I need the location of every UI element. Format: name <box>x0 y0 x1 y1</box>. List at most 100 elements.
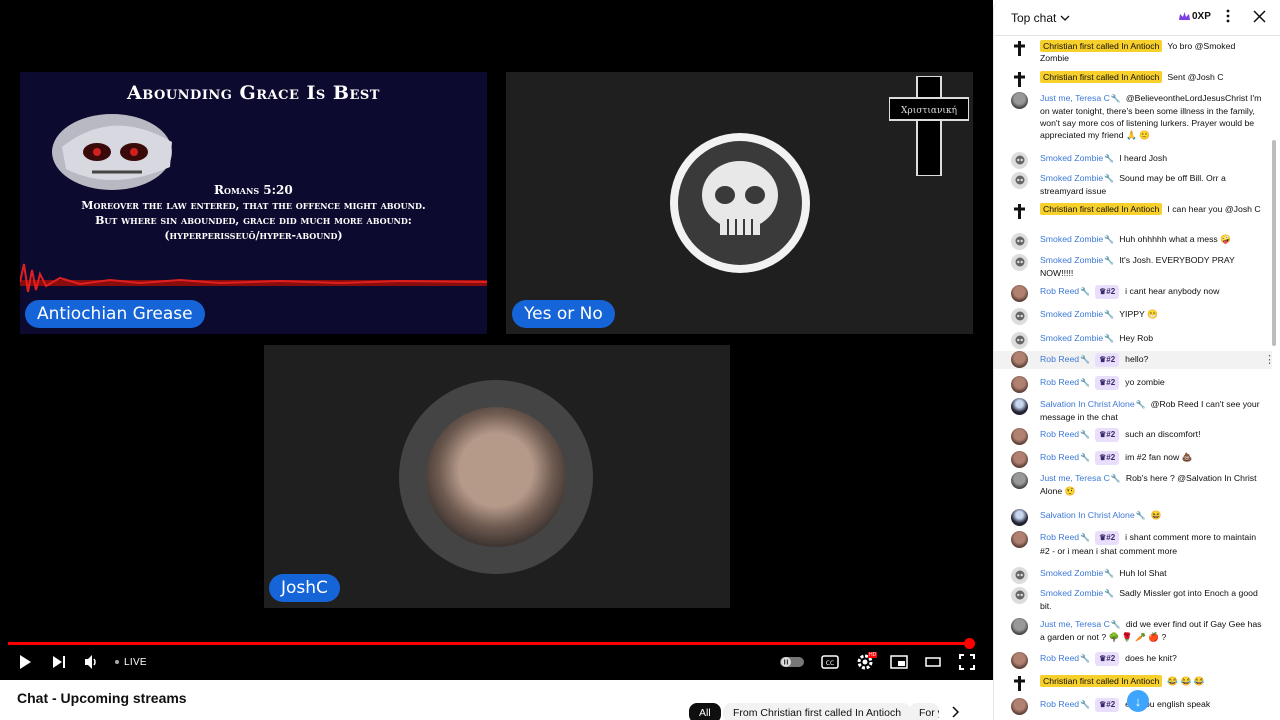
author-avatar[interactable] <box>1011 472 1028 489</box>
chat-message[interactable]: Salvation In Christ Alone🔧 @Rob Reed I ca… <box>994 398 1272 423</box>
chat-message[interactable]: Christian first called In Antioch Yo bro … <box>994 40 1272 64</box>
chat-message[interactable]: Smoked Zombie🔧 Huh ohhhhh what a mess 🤪 <box>994 233 1272 250</box>
chat-message[interactable]: Rob Reed🔧 ♛#2 i shant comment more to main… <box>994 531 1272 557</box>
author-avatar[interactable] <box>1011 398 1028 415</box>
live-indicator[interactable]: LIVE <box>115 652 147 672</box>
author-avatar[interactable] <box>1011 351 1028 368</box>
filter-chip-for-you[interactable]: For y <box>909 703 939 720</box>
chat-close-button[interactable] <box>1253 10 1266 28</box>
xp-badge[interactable]: 0XP <box>1179 11 1211 22</box>
author-name[interactable]: Rob Reed🔧 <box>1040 286 1090 296</box>
settings-button[interactable]: HD <box>856 652 878 672</box>
chat-message[interactable]: Rob Reed🔧 ♛#2 does he knit? <box>994 652 1272 669</box>
chat-mode-dropdown[interactable]: Top chat <box>1011 11 1070 25</box>
author-avatar[interactable] <box>1011 152 1028 169</box>
chat-message[interactable]: Rob Reed🔧 ♛#2 hello? ⋮ <box>994 351 1275 369</box>
chat-message[interactable]: Just me, Teresa C🔧 did we ever find out i… <box>994 618 1272 643</box>
author-avatar[interactable] <box>1011 698 1028 715</box>
author-name[interactable]: Smoked Zombie🔧 <box>1040 333 1114 343</box>
chat-message[interactable]: Christian first called In Antioch Sent @J… <box>994 71 1272 87</box>
author-name[interactable]: Smoked Zombie🔧 <box>1040 588 1114 598</box>
volume-button[interactable] <box>84 652 100 672</box>
author-avatar[interactable] <box>1011 40 1028 57</box>
cross-logo-text: Χριστιανική <box>901 105 957 116</box>
captions-button[interactable]: CC <box>821 652 839 672</box>
author-avatar[interactable] <box>1011 254 1028 271</box>
author-avatar[interactable] <box>1011 567 1028 584</box>
author-name[interactable]: Christian first called In Antioch <box>1040 71 1163 83</box>
author-avatar[interactable] <box>1011 376 1028 393</box>
author-name[interactable]: Christian first called In Antioch <box>1040 675 1163 687</box>
author-name[interactable]: Christian first called In Antioch <box>1040 40 1163 52</box>
chat-message[interactable]: Smoked Zombie🔧 Sadly Missler got into Eno… <box>994 587 1272 612</box>
theater-mode-button[interactable] <box>925 652 941 672</box>
autoplay-toggle[interactable] <box>780 652 804 672</box>
chat-message[interactable]: Smoked Zombie🔧 YIPPY 😁 <box>994 308 1272 325</box>
author-avatar[interactable] <box>1011 509 1028 526</box>
author-avatar[interactable] <box>1011 285 1028 302</box>
author-avatar[interactable] <box>1011 172 1028 189</box>
chat-message[interactable]: Rob Reed🔧 ♛#2 im #2 fan now 💩 <box>994 451 1272 468</box>
author-avatar[interactable] <box>1011 652 1028 669</box>
miniplayer-button[interactable] <box>890 652 908 672</box>
filter-chip-from-channel[interactable]: From Christian first called In Antioch <box>723 703 912 720</box>
author-avatar[interactable] <box>1011 332 1028 349</box>
chat-message[interactable]: Salvation In Christ Alone🔧 😆 <box>994 509 1272 526</box>
scroll-to-bottom-button[interactable]: ↓ <box>1127 690 1149 712</box>
author-avatar[interactable] <box>1011 675 1028 692</box>
play-button[interactable] <box>17 652 33 672</box>
author-avatar[interactable] <box>1011 233 1028 250</box>
chat-message[interactable]: Christian first called In Antioch 😂 😂 😂 <box>994 675 1272 691</box>
author-avatar[interactable] <box>1011 308 1028 325</box>
chat-message[interactable]: Smoked Zombie🔧 I heard Josh <box>994 152 1272 169</box>
author-name[interactable]: Rob Reed🔧 <box>1040 653 1090 663</box>
author-avatar[interactable] <box>1011 531 1028 548</box>
filter-chip-all[interactable]: All <box>689 703 721 720</box>
author-avatar[interactable] <box>1011 618 1028 635</box>
message-menu-icon[interactable]: ⋮ <box>1264 354 1275 366</box>
chat-message[interactable]: Smoked Zombie🔧 Sound may be off Bill. Orr… <box>994 172 1272 197</box>
chat-scrollbar[interactable] <box>1272 140 1276 346</box>
chat-message[interactable]: Rob Reed🔧 ♛#2 i cant hear anybody now <box>994 285 1272 302</box>
author-name[interactable]: Just me, Teresa C🔧 <box>1040 473 1121 483</box>
chat-message[interactable]: Just me, Teresa C🔧 @BelieveontheLordJesus… <box>994 92 1272 141</box>
chat-message[interactable]: Smoked Zombie🔧 It's Josh. EVERYBODY PRAY … <box>994 254 1272 279</box>
chat-message[interactable]: Christian first called In Antioch I can h… <box>994 203 1272 219</box>
chips-next-button[interactable] <box>950 705 960 720</box>
chat-message[interactable]: Rob Reed🔧 ♛#2 such an discomfort! <box>994 428 1272 445</box>
author-name[interactable]: Rob Reed🔧 <box>1040 377 1090 387</box>
author-name[interactable]: Rob Reed🔧 <box>1040 532 1090 542</box>
author-name[interactable]: Salvation In Christ Alone🔧 <box>1040 399 1146 409</box>
chat-message[interactable]: Smoked Zombie🔧 Hey Rob <box>994 332 1272 349</box>
progress-scrubber[interactable] <box>964 638 975 649</box>
next-button[interactable] <box>51 652 67 672</box>
author-avatar[interactable] <box>1011 203 1028 220</box>
author-avatar[interactable] <box>1011 587 1028 604</box>
author-name[interactable]: Salvation In Christ Alone🔧 <box>1040 510 1146 520</box>
author-name[interactable]: Smoked Zombie🔧 <box>1040 255 1114 265</box>
author-name[interactable]: Rob Reed🔧 <box>1040 452 1090 462</box>
author-name[interactable]: Just me, Teresa C🔧 <box>1040 93 1121 103</box>
author-name[interactable]: Just me, Teresa C🔧 <box>1040 619 1121 629</box>
author-avatar[interactable] <box>1011 451 1028 468</box>
author-name[interactable]: Smoked Zombie🔧 <box>1040 568 1114 578</box>
author-name[interactable]: Smoked Zombie🔧 <box>1040 234 1114 244</box>
author-avatar[interactable] <box>1011 428 1028 445</box>
message-text: such an discomfort! <box>1125 429 1201 439</box>
author-name[interactable]: Smoked Zombie🔧 <box>1040 153 1114 163</box>
author-name[interactable]: Christian first called In Antioch <box>1040 203 1163 215</box>
progress-bar[interactable] <box>8 642 970 645</box>
chat-more-button[interactable] <box>1226 9 1230 28</box>
author-name[interactable]: Smoked Zombie🔧 <box>1040 173 1114 183</box>
chat-message[interactable]: Smoked Zombie🔧 Huh lol Shat <box>994 567 1272 584</box>
author-avatar[interactable] <box>1011 92 1028 109</box>
author-name[interactable]: Rob Reed🔧 <box>1040 354 1090 364</box>
author-name[interactable]: Rob Reed🔧 <box>1040 699 1090 709</box>
author-name[interactable]: Rob Reed🔧 <box>1040 429 1090 439</box>
chat-message[interactable]: Rob Reed🔧 ♛#2 yo zombie <box>994 376 1272 393</box>
author-avatar[interactable] <box>1011 71 1028 88</box>
author-name[interactable]: Smoked Zombie🔧 <box>1040 309 1114 319</box>
chat-message[interactable]: Just me, Teresa C🔧 Rob's here ? @Salvatio… <box>994 472 1272 497</box>
fullscreen-button[interactable] <box>959 652 975 672</box>
video-player[interactable]: Abounding Grace Is Best Romans 5:20 More… <box>0 0 993 680</box>
